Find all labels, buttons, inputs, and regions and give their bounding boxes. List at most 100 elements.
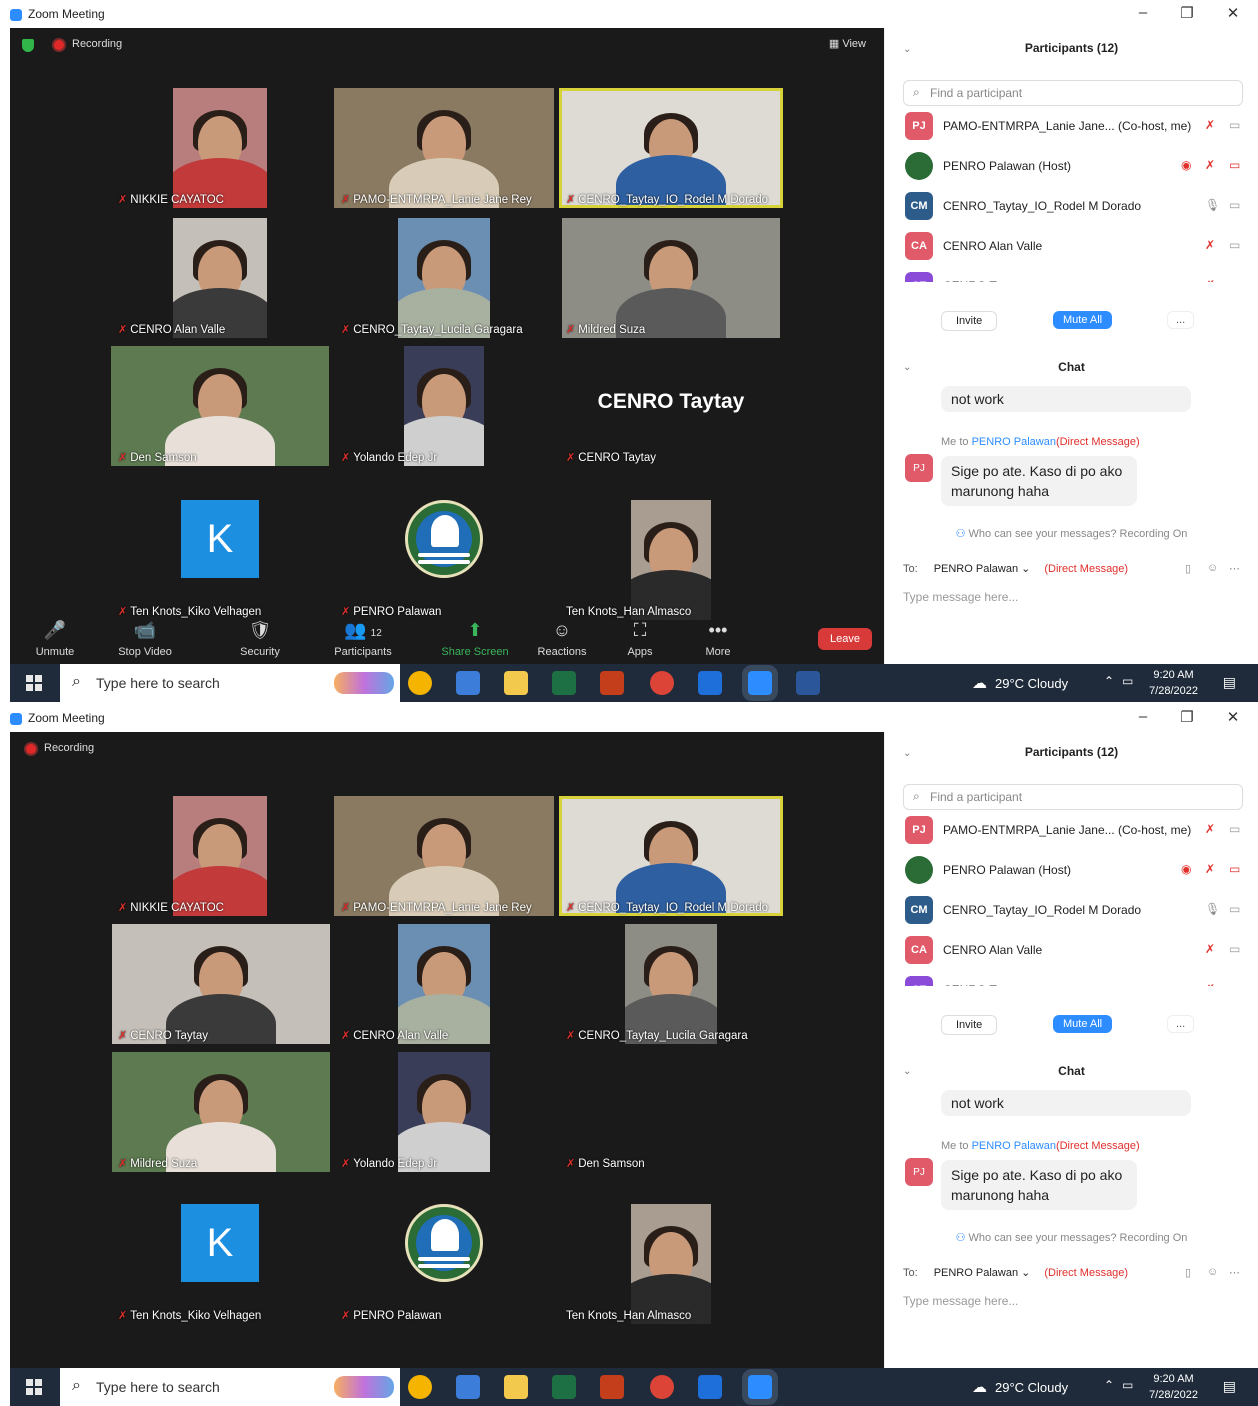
participant-row[interactable]: PENRO Palawan (Host) ◉ ✗ ▭ <box>903 854 1248 890</box>
zoom-taskbar-icon[interactable] <box>748 671 772 695</box>
close-icon[interactable]: ✕ <box>1218 708 1248 726</box>
recipient-dropdown[interactable]: PENRO Palawan ⌄ <box>934 1267 1031 1279</box>
unmute-button[interactable]: 🎤 Unmute <box>20 620 90 658</box>
powerpoint-icon[interactable] <box>600 1375 624 1399</box>
video-tile[interactable]: ✗ CENRO Alan Valle <box>110 214 330 338</box>
chat-more-icon[interactable]: ⋯ <box>1229 1266 1240 1279</box>
emoji-icon[interactable]: ☺ <box>1207 562 1218 574</box>
participants-button[interactable]: 👥 12 Participants <box>328 620 398 658</box>
notification-icon[interactable]: ▤ <box>1223 674 1236 691</box>
video-tile[interactable]: K ✗ Ten Knots_Kiko Velhagen <box>110 1200 330 1324</box>
participant-row[interactable]: CT CENRO Taytay ✗ ▭ <box>903 270 1248 282</box>
video-tile[interactable]: ✗ Den Samson <box>558 1048 784 1172</box>
video-tile[interactable]: ✗ PAMO-ENTMRPA_Lanie Jane Rey <box>333 84 555 208</box>
word-icon[interactable] <box>796 671 820 695</box>
chat-more-icon[interactable]: ⋯ <box>1229 562 1240 575</box>
windows-start-icon[interactable] <box>26 1379 42 1395</box>
video-tile[interactable]: ✗ NIKKIE CAYATOC <box>110 792 330 916</box>
video-tile[interactable]: ✗ NIKKIE CAYATOC <box>110 84 330 208</box>
video-tile[interactable]: ✗ Den Samson <box>110 342 330 466</box>
participant-row[interactable]: CM CENRO_Taytay_IO_Rodel M Dorado 🎙 ▭ <box>903 894 1248 930</box>
video-tile[interactable]: Ten Knots_Han Almasco <box>558 496 784 620</box>
video-tile[interactable]: ✗ CENRO_Taytay_IO_Rodel M Dorado <box>558 792 784 916</box>
invite-button[interactable]: Invite <box>941 1015 998 1035</box>
video-tile[interactable]: ✗ Yolando Edep Jr <box>333 342 555 466</box>
emoji-icon[interactable]: ☺ <box>1207 1266 1218 1278</box>
chevron-up-icon[interactable]: ⌃ <box>1104 1378 1114 1392</box>
chat-recipient[interactable]: PENRO Palawan <box>972 1140 1056 1152</box>
file-icon[interactable]: ▯ <box>1185 562 1191 575</box>
encryption-shield-icon[interactable] <box>22 39 34 52</box>
media-player-icon[interactable] <box>698 671 722 695</box>
participant-row[interactable]: PENRO Palawan (Host) ◉ ✗ ▭ <box>903 150 1248 186</box>
apps-button[interactable]: ⛶ Apps <box>605 620 675 658</box>
chrome-canary-icon[interactable] <box>408 1375 432 1399</box>
find-participant-input[interactable]: ⌕ Find a participant <box>903 784 1243 810</box>
media-player-icon[interactable] <box>698 1375 722 1399</box>
chrome-canary-icon[interactable] <box>408 671 432 695</box>
minimize-icon[interactable]: – <box>1128 4 1158 21</box>
video-tile[interactable]: Ten Knots_Han Almasco <box>558 1200 784 1324</box>
file-icon[interactable]: ▯ <box>1185 1266 1191 1279</box>
taskbar-search-box[interactable]: ⌕ Type here to search <box>60 664 400 702</box>
minimize-icon[interactable]: – <box>1128 708 1158 725</box>
leave-button[interactable]: Leave <box>818 628 872 650</box>
reactions-button[interactable]: ☺ Reactions <box>527 620 597 658</box>
excel-icon[interactable] <box>552 671 576 695</box>
invite-button[interactable]: Invite <box>941 311 998 331</box>
search-app-icon[interactable] <box>456 671 480 695</box>
chrome-icon[interactable] <box>650 671 674 695</box>
find-participant-input[interactable]: ⌕ Find a participant <box>903 80 1243 106</box>
taskbar-search-box[interactable]: ⌕ Type here to search <box>60 1368 400 1406</box>
zoom-taskbar-icon[interactable] <box>748 1375 772 1399</box>
search-app-icon[interactable] <box>456 1375 480 1399</box>
system-clock[interactable]: 9:20 AM 7/28/2022 <box>1149 1371 1198 1403</box>
message-visibility-notice[interactable]: ⚇ Who can see your messages? Recording O… <box>885 527 1258 540</box>
more-options-button[interactable]: ... <box>1167 1015 1195 1033</box>
powerpoint-icon[interactable] <box>600 671 624 695</box>
chevron-up-icon[interactable]: ⌃ <box>1104 674 1114 688</box>
video-tile[interactable]: ✗ PENRO Palawan <box>333 1200 555 1324</box>
video-tile[interactable]: ✗ CENRO_Taytay_Lucila Garagara <box>558 920 784 1044</box>
participant-row[interactable]: CA CENRO Alan Valle ✗ ▭ <box>903 230 1248 266</box>
file-explorer-icon[interactable] <box>504 1375 528 1399</box>
video-tile[interactable]: ✗ CENRO Alan Valle <box>333 920 555 1044</box>
participant-row[interactable]: PJ PAMO-ENTMRPA_Lanie Jane... (Co-host, m… <box>903 814 1248 850</box>
system-clock[interactable]: 9:20 AM 7/28/2022 <box>1149 667 1198 699</box>
stop-video-button[interactable]: 📹 Stop Video <box>110 620 180 658</box>
chat-recipient[interactable]: PENRO Palawan <box>972 436 1056 448</box>
video-tile[interactable]: ✗ PENRO Palawan <box>333 496 555 620</box>
view-button[interactable]: ▦ View <box>829 37 866 50</box>
maximize-icon[interactable]: ❐ <box>1172 708 1202 726</box>
participant-row[interactable]: CA CENRO Alan Valle ✗ ▭ <box>903 934 1248 970</box>
weather-widget[interactable]: ☁ 29°C Cloudy <box>972 674 1068 694</box>
notification-icon[interactable]: ▤ <box>1223 1378 1236 1395</box>
more-options-button[interactable]: ... <box>1167 311 1195 329</box>
mute-all-button[interactable]: Mute All <box>1053 1015 1113 1033</box>
video-tile[interactable]: ✗ CENRO_Taytay_Lucila Garagara <box>333 214 555 338</box>
video-tile[interactable]: ✗ Mildred Suza <box>558 214 784 338</box>
weather-widget[interactable]: ☁ 29°C Cloudy <box>972 1378 1068 1398</box>
participant-row[interactable]: PJ PAMO-ENTMRPA_Lanie Jane... (Co-host, m… <box>903 110 1248 146</box>
share-screen-button[interactable]: ⬆ Share Screen <box>440 620 510 658</box>
video-tile[interactable]: CENRO Taytay ✗ CENRO Taytay <box>558 342 784 466</box>
video-tile[interactable]: ✗ CENRO Taytay <box>110 920 332 1044</box>
video-tile[interactable]: ✗ PAMO-ENTMRPA_Lanie Jane Rey <box>333 792 555 916</box>
video-tile[interactable]: K ✗ Ten Knots_Kiko Velhagen <box>110 496 330 620</box>
maximize-icon[interactable]: ❐ <box>1172 4 1202 22</box>
participant-row[interactable]: CT CENRO Taytay ✗ ▭ <box>903 974 1248 986</box>
windows-start-icon[interactable] <box>26 675 42 691</box>
excel-icon[interactable] <box>552 1375 576 1399</box>
more-button[interactable]: ••• More <box>683 620 753 658</box>
chrome-icon[interactable] <box>650 1375 674 1399</box>
mute-all-button[interactable]: Mute All <box>1053 311 1113 329</box>
message-visibility-notice[interactable]: ⚇ Who can see your messages? Recording O… <box>885 1231 1258 1244</box>
network-icon[interactable]: ▭ <box>1122 1378 1133 1392</box>
network-icon[interactable]: ▭ <box>1122 674 1133 688</box>
close-icon[interactable]: ✕ <box>1218 4 1248 22</box>
video-tile[interactable]: ✗ Mildred Suza <box>110 1048 332 1172</box>
video-tile[interactable]: ✗ CENRO_Taytay_IO_Rodel M Dorado <box>558 84 784 208</box>
video-tile[interactable]: ✗ Yolando Edep Jr <box>333 1048 555 1172</box>
chat-message-input[interactable]: Type message here... <box>903 1294 1018 1308</box>
recipient-dropdown[interactable]: PENRO Palawan ⌄ <box>934 563 1031 575</box>
